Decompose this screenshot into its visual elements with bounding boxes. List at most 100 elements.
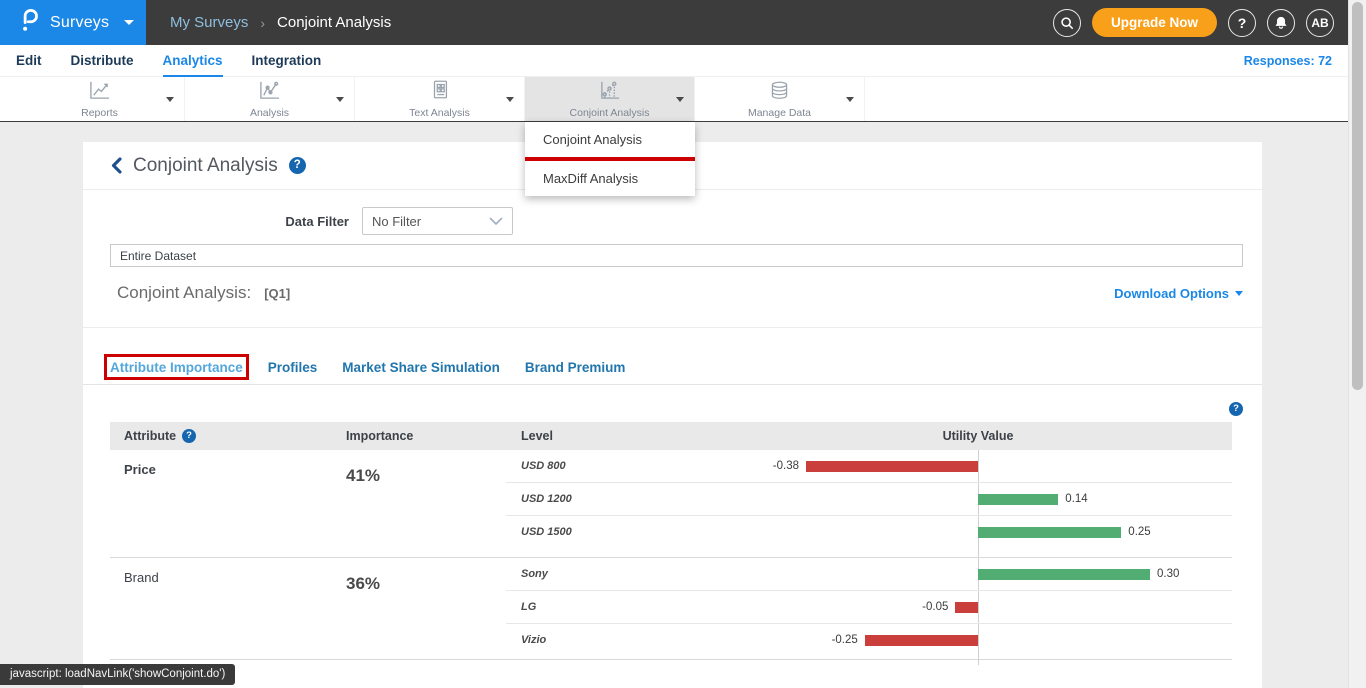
tab-brand-premium[interactable]: Brand Premium [525, 360, 626, 375]
scatter-line-chart-icon [257, 80, 282, 106]
level-label: USD 1200 [521, 483, 572, 516]
question-code: [Q1] [264, 286, 290, 301]
scrollbar-thumb[interactable] [1352, 2, 1363, 390]
conjoint-dropdown-menu: Conjoint Analysis MaxDiff Analysis [525, 122, 695, 196]
toolbar-manage-data[interactable]: Manage Data [695, 77, 865, 121]
analytics-toolbar: Reports Analysis Text Analysis [0, 77, 1348, 122]
table-header: Attribute ? Importance Level Utility Val… [110, 422, 1232, 450]
utility-bar [978, 494, 1058, 505]
utility-value-label: -0.05 [922, 591, 948, 624]
level-label: USD 800 [521, 450, 566, 483]
toolbar-reports[interactable]: Reports [15, 77, 185, 121]
attribute-group: Price41%USD 800-0.38USD 12000.14USD 1500… [110, 450, 1232, 558]
level-row: LG-0.05 [506, 591, 1232, 624]
utility-value-label: 0.25 [1128, 516, 1150, 549]
data-filter-row: Data Filter No Filter [110, 207, 1243, 235]
nav-distribute[interactable]: Distribute [71, 45, 134, 77]
utility-value-label: -0.25 [832, 624, 858, 657]
attribute-group: Brand36% Sony 0.30LG-0.05Vizio -0.25 [110, 558, 1232, 660]
chevron-down-icon [124, 20, 134, 25]
line-chart-icon [87, 80, 112, 106]
importance-value: 36% [346, 558, 506, 657]
content-card: Conjoint Analysis ? Data Filter No Filte… [83, 142, 1262, 688]
conjoint-dropdown-arrow[interactable] [676, 97, 684, 102]
utility-bar [978, 527, 1121, 538]
toolbar-conjoint-analysis[interactable]: Conjoint Analysis [525, 77, 695, 121]
utility-value-label: -0.38 [773, 450, 799, 483]
scrollbar-track[interactable] [1348, 0, 1366, 688]
product-switcher[interactable]: Surveys [0, 0, 146, 45]
utility-value-label: 0.30 [1157, 558, 1179, 591]
header-importance: Importance [346, 429, 506, 443]
header-utility-value: Utility Value [943, 422, 1014, 450]
divider [83, 384, 1262, 385]
breadcrumb: My Surveys › Conjoint Analysis [146, 0, 391, 45]
reports-dropdown-arrow[interactable] [166, 97, 174, 102]
level-row: USD 1200 0.14 [506, 483, 1232, 516]
level-row: Vizio -0.25 [506, 624, 1232, 657]
conjoint-chart-icon [597, 80, 622, 106]
questionpro-logo-icon [19, 7, 40, 38]
nav-edit[interactable]: Edit [16, 45, 42, 77]
menu-item-maxdiff-analysis[interactable]: MaxDiff Analysis [525, 161, 695, 196]
breadcrumb-current: Conjoint Analysis [277, 14, 391, 31]
levels-chart: Sony 0.30LG-0.05Vizio -0.25 [506, 558, 1232, 657]
tab-market-share-simulation[interactable]: Market Share Simulation [342, 360, 500, 375]
utility-bar [806, 461, 978, 472]
table-help-icon[interactable]: ? [1229, 402, 1243, 416]
upgrade-now-button[interactable]: Upgrade Now [1092, 8, 1217, 37]
nav-integration[interactable]: Integration [252, 45, 322, 77]
menu-item-conjoint-analysis[interactable]: Conjoint Analysis [525, 122, 695, 157]
responses-count: Responses: 72 [1244, 54, 1332, 68]
dataset-input[interactable] [110, 244, 1243, 267]
level-label: USD 1500 [521, 516, 572, 549]
download-options-link[interactable]: Download Options [1114, 286, 1243, 301]
level-row: Sony 0.30 [506, 558, 1232, 591]
utility-value-label: 0.14 [1065, 483, 1087, 516]
tab-profiles[interactable]: Profiles [268, 360, 318, 375]
utility-bar [978, 569, 1150, 580]
breadcrumb-my-surveys[interactable]: My Surveys [170, 14, 248, 31]
help-icon[interactable]: ? [1228, 9, 1256, 37]
attribute-name: Price [110, 450, 346, 549]
header-level: Level [506, 429, 553, 443]
analysis-section-header: Conjoint Analysis: [Q1] Download Options [110, 283, 1243, 303]
table-help-row: ? [110, 402, 1243, 416]
manage-data-dropdown-arrow[interactable] [846, 97, 854, 102]
level-row: USD 1500 0.25 [506, 516, 1232, 549]
link-status-tooltip: javascript: loadNavLink('showConjoint.do… [0, 664, 235, 685]
result-tabs: Attribute Importance Profiles Market Sha… [110, 360, 1243, 375]
top-bar: Surveys My Surveys › Conjoint Analysis U… [0, 0, 1348, 45]
tab-attribute-importance[interactable]: Attribute Importance [110, 360, 243, 375]
breadcrumb-separator: › [260, 15, 265, 31]
survey-nav: Edit Distribute Analytics Integration Re… [0, 45, 1348, 77]
analysis-dropdown-arrow[interactable] [336, 97, 344, 102]
toolbar-analysis[interactable]: Analysis [185, 77, 355, 121]
product-name: Surveys [50, 14, 109, 32]
database-icon [768, 80, 791, 106]
notifications-bell-icon[interactable] [1267, 9, 1295, 37]
page-title: Conjoint Analysis [133, 155, 278, 177]
levels-chart: USD 800 -0.38 USD 1200 0.14 USD 1500 0.25 [506, 450, 1232, 549]
toolbar-text-analysis[interactable]: Text Analysis [355, 77, 525, 121]
back-chevron-icon[interactable] [110, 157, 122, 174]
utility-bar [955, 602, 978, 613]
text-analysis-dropdown-arrow[interactable] [506, 97, 514, 102]
document-grid-icon [429, 79, 451, 106]
divider [83, 327, 1262, 328]
header-attribute: Attribute ? [110, 429, 346, 443]
data-filter-select[interactable]: No Filter [362, 207, 513, 235]
title-help-icon[interactable]: ? [289, 157, 306, 174]
avatar[interactable]: AB [1306, 9, 1334, 37]
app-window: Surveys My Surveys › Conjoint Analysis U… [0, 0, 1348, 688]
level-row: USD 800 -0.38 [506, 450, 1232, 483]
attribute-help-icon[interactable]: ? [182, 429, 196, 443]
attribute-importance-table: Attribute ? Importance Level Utility Val… [110, 422, 1232, 660]
level-label: Vizio [521, 624, 546, 657]
search-icon[interactable] [1053, 9, 1081, 37]
nav-analytics[interactable]: Analytics [163, 45, 223, 77]
section-title: Conjoint Analysis: [110, 283, 251, 303]
chevron-down-icon [1235, 291, 1243, 296]
attribute-name: Brand [110, 558, 346, 657]
level-label: Sony [521, 558, 548, 591]
